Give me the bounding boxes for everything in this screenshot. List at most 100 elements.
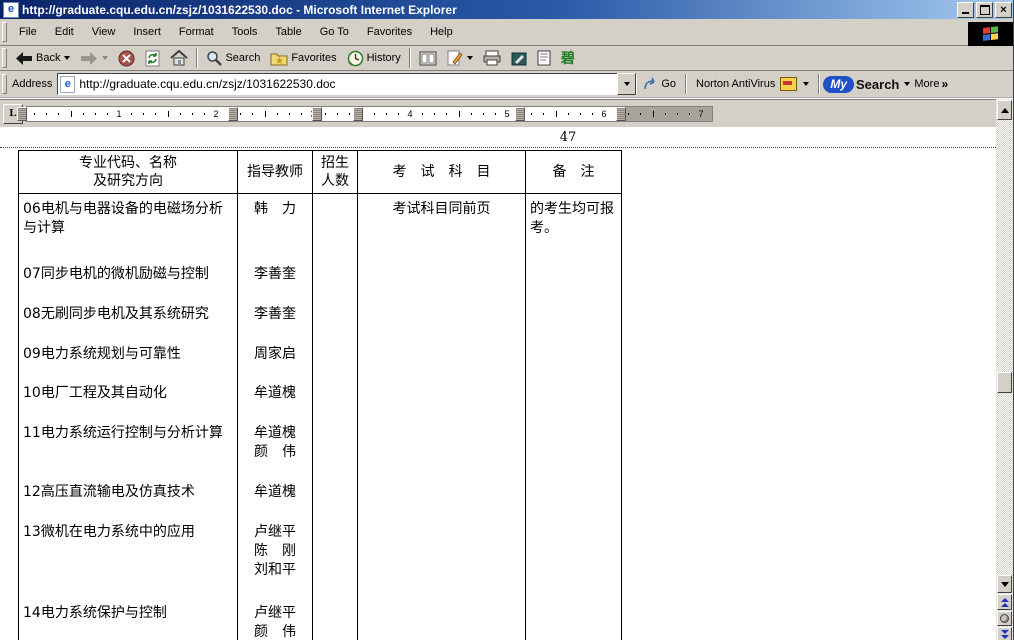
cell-teachers: 韩 力 (238, 194, 313, 259)
menu-tools[interactable]: Tools (223, 23, 267, 41)
back-dropdown-icon[interactable] (64, 56, 70, 60)
table-column-marker[interactable] (17, 107, 27, 121)
select-browse-object-button[interactable] (997, 611, 1012, 626)
cell-exam (358, 299, 526, 339)
bi-plugin-button[interactable]: 碧 (556, 47, 580, 69)
favorites-button[interactable]: ★ Favorites (265, 47, 341, 69)
edit-button[interactable] (442, 47, 478, 69)
table-column-marker[interactable] (616, 107, 626, 121)
favorites-label: Favorites (291, 52, 336, 64)
cell-specialty: 13微机在电力系统中的应用 (18, 517, 238, 598)
table-row: 10电厂工程及其自动化牟道槐 (18, 378, 622, 418)
cell-exam (358, 477, 526, 517)
menu-edit[interactable]: Edit (46, 23, 83, 41)
document-area: 47 专业代码、名称及研究方向指导教师招生人数考 试 科 目备 注06电机与电器… (0, 127, 996, 640)
table-column-marker[interactable] (312, 107, 322, 121)
cell-specialty: 06电机与电器设备的电磁场分析与计算 (18, 194, 238, 259)
cell-specialty: 14电力系统保护与控制 (18, 598, 238, 640)
forward-dropdown-icon[interactable] (102, 56, 108, 60)
double-arrow-down-icon (1001, 630, 1009, 634)
cell-note (526, 517, 622, 598)
address-dropdown-button[interactable] (617, 73, 636, 95)
cell-quota (313, 418, 358, 477)
previous-page-button[interactable] (997, 594, 1012, 610)
edit-with-word-button[interactable] (506, 47, 532, 69)
vertical-scrollbar[interactable] (996, 99, 1013, 640)
cell-specialty: 11电力系统运行控制与分析计算 (18, 418, 238, 477)
go-button[interactable]: Go (637, 77, 682, 91)
discuss-button[interactable] (532, 47, 556, 69)
addressbar-grip[interactable] (2, 74, 7, 94)
more-button[interactable]: More » (910, 78, 952, 90)
edit-dropdown-icon[interactable] (467, 56, 473, 60)
menubar-grip[interactable] (2, 22, 7, 42)
menu-go-to[interactable]: Go To (311, 23, 358, 41)
menu-format[interactable]: Format (170, 23, 223, 41)
arrow-down-icon (1001, 582, 1009, 587)
print-button[interactable] (478, 47, 506, 69)
cell-exam (358, 339, 526, 378)
arrow-up-icon (1001, 108, 1009, 113)
chevron-down-icon (624, 82, 630, 86)
table-column-marker[interactable] (515, 107, 525, 121)
mail-button[interactable] (414, 47, 442, 69)
cell-teachers: 周家启 (238, 339, 313, 378)
table-column-marker[interactable] (353, 107, 363, 121)
search-button[interactable]: Search (201, 47, 265, 69)
cell-teachers: 李善奎 (238, 259, 313, 299)
menu-favorites[interactable]: Favorites (358, 23, 421, 41)
back-label: Back (36, 52, 60, 64)
scroll-thumb[interactable] (997, 372, 1012, 393)
table-column-marker[interactable] (228, 107, 238, 121)
cell-teachers: 牟道槐 (238, 378, 313, 418)
close-button[interactable]: × (995, 2, 1012, 18)
cell-exam (358, 598, 526, 640)
next-page-button[interactable] (997, 627, 1012, 640)
cell-quota (313, 299, 358, 339)
cell-note: 的考生均可报考。 (526, 194, 622, 259)
cell-note (526, 418, 622, 477)
address-input[interactable] (79, 75, 617, 93)
cell-specialty: 09电力系统规划与可靠性 (18, 339, 238, 378)
url-page-icon: e (60, 76, 75, 93)
menu-table[interactable]: Table (266, 23, 310, 41)
history-button[interactable]: History (342, 47, 406, 69)
scroll-down-button[interactable] (997, 575, 1012, 593)
menu-view[interactable]: View (83, 23, 125, 41)
home-icon (170, 50, 188, 66)
menu-insert[interactable]: Insert (124, 23, 170, 41)
forward-button[interactable] (75, 47, 113, 69)
toolbar-grip[interactable] (2, 48, 7, 68)
cell-quota (313, 259, 358, 299)
more-label: More (914, 78, 939, 90)
home-button[interactable] (165, 47, 193, 69)
history-icon (347, 50, 364, 67)
ruler-number: 4 (404, 109, 416, 119)
search-icon (206, 50, 222, 66)
refresh-button[interactable] (140, 47, 165, 69)
go-arrow-icon (643, 77, 658, 91)
header-cell-exam: 考 试 科 目 (358, 151, 526, 193)
forward-arrow-icon (80, 52, 98, 65)
doc-table: 专业代码、名称及研究方向指导教师招生人数考 试 科 目备 注06电机与电器设备的… (18, 150, 622, 640)
windows-logo-throbber (968, 22, 1013, 46)
back-button[interactable]: Back (10, 47, 75, 69)
menu-bar: FileEditViewInsertFormatToolsTableGo ToF… (0, 19, 1014, 46)
maximize-button[interactable] (976, 2, 993, 18)
table-row: 07同步电机的微机励磁与控制李善奎 (18, 259, 622, 299)
mysearch-button[interactable]: My Search (823, 76, 910, 93)
discuss-page-icon (537, 50, 551, 66)
back-arrow-icon (15, 52, 33, 65)
norton-antivirus-button[interactable]: Norton AntiVirus (690, 77, 815, 91)
table-row: 06电机与电器设备的电磁场分析与计算韩 力考试科目同前页的考生均可报考。 (18, 194, 622, 259)
standard-toolbar: Back (0, 46, 1014, 71)
scroll-up-button[interactable] (997, 100, 1012, 120)
menu-help[interactable]: Help (421, 23, 462, 41)
menu-file[interactable]: File (10, 23, 46, 41)
norton-dropdown-icon[interactable] (803, 82, 809, 86)
address-combo: e (57, 73, 637, 95)
ruler-number: 6 (598, 109, 610, 119)
stop-button[interactable] (113, 47, 140, 69)
minimize-button[interactable] (957, 2, 974, 18)
mail-icon (419, 51, 437, 66)
